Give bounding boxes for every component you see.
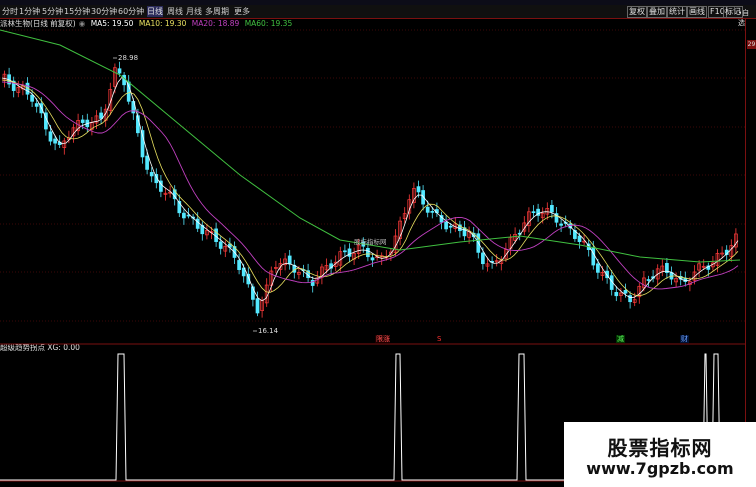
candle-body [430, 211, 435, 213]
candle-body [416, 186, 421, 193]
candle-body [596, 263, 600, 273]
candle-body [448, 225, 453, 228]
candle-body [366, 248, 370, 258]
candle-body [117, 68, 122, 74]
candle-body [34, 103, 39, 107]
signal-label-reduce: 减 [617, 334, 624, 343]
candle-body [550, 205, 554, 213]
candlestick-chart[interactable]: 28.98 16.14 股标指标网 限涨 S 减 财 [0, 0, 756, 487]
candle-body [255, 298, 260, 314]
moving-averages [0, 29, 741, 302]
candles [2, 61, 738, 318]
candle-body [531, 211, 536, 214]
candle-body [623, 290, 628, 294]
candle-body [53, 138, 57, 144]
candle-body [122, 74, 126, 86]
site-watermark: 股票指标网 www.7gpzb.com [564, 422, 756, 487]
candle-body [149, 172, 154, 177]
candle-body [343, 250, 347, 253]
candle-body [99, 112, 103, 119]
ma60-line [0, 29, 741, 263]
signal-label-s: S [437, 335, 442, 343]
candle-body [614, 292, 619, 297]
candle-body [628, 295, 632, 303]
ma10-line [1, 79, 739, 297]
candle-body [591, 247, 596, 266]
candle-body [481, 252, 485, 265]
candle-body [80, 119, 85, 123]
candle-body [444, 221, 448, 230]
candle-body [48, 131, 53, 142]
candle-body [218, 241, 223, 249]
candle-body [145, 155, 149, 170]
high-price-label: 28.98 [118, 54, 138, 62]
candle-body [182, 212, 186, 219]
signal-label-limit: 限涨 [376, 334, 390, 343]
chart-annotations: 28.98 16.14 股标指标网 限涨 S 减 财 [113, 54, 689, 343]
candle-body [577, 235, 582, 243]
candle-body [347, 248, 352, 257]
candle-body [237, 260, 241, 271]
candle-body [287, 255, 292, 265]
signal-label-finance: 财 [681, 334, 688, 343]
candle-body [646, 279, 651, 281]
watermark-url: www.7gpzb.com [586, 459, 734, 478]
candle-body [370, 257, 375, 261]
candle-body [126, 81, 131, 102]
candle-body [195, 218, 200, 229]
candle-body [30, 94, 34, 102]
low-price-label: 16.14 [258, 327, 279, 335]
chart-watermark: 股标指标网 [354, 237, 387, 246]
watermark-title: 股票指标网 [607, 436, 713, 460]
candle-body [425, 206, 430, 213]
ma20-line [1, 81, 739, 290]
candle-body [559, 223, 563, 226]
